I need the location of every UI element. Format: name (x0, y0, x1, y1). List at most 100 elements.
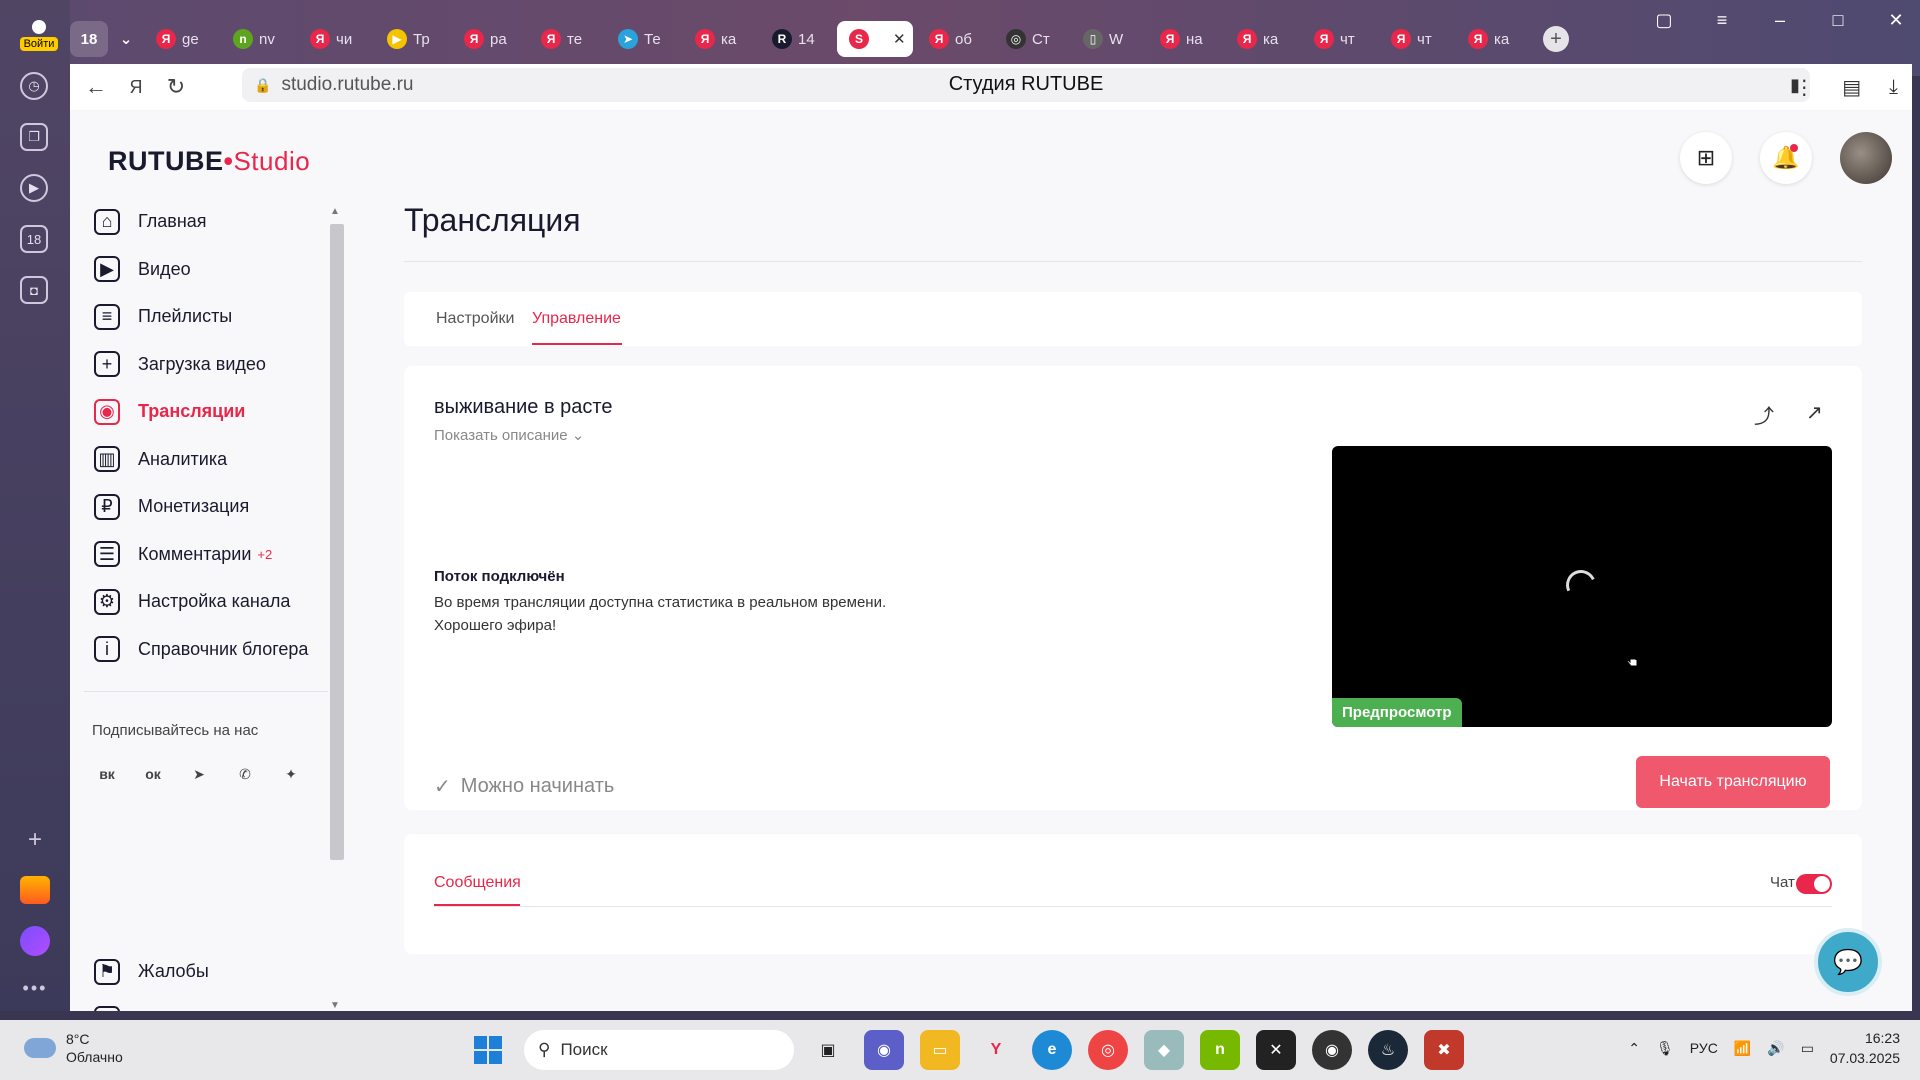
sidebar-divider (84, 691, 328, 692)
create-button[interactable]: ⊞ (1680, 132, 1732, 184)
browser-tab[interactable]: Яge (144, 21, 217, 57)
reload-button[interactable]: ↻ (156, 67, 196, 107)
obs-icon[interactable]: ◉ (1312, 1030, 1352, 1070)
yandex-browser-icon[interactable]: Y (976, 1030, 1016, 1070)
yandex-mail-icon[interactable] (20, 876, 50, 904)
show-description-toggle[interactable]: Показать описание ⌄ (434, 426, 584, 444)
back-button[interactable]: ← (76, 67, 116, 107)
rutube-studio-logo[interactable]: RUTUBE•Studio (108, 146, 310, 177)
sidebar-item[interactable]: ☰ Комментарии +2 (70, 531, 342, 579)
browser-tab[interactable]: Яоб (917, 21, 990, 57)
url-field[interactable]: 🔒 studio.rutube.ru Студия RUTUBE ▮ (242, 68, 1810, 102)
screenshot-icon[interactable]: ◘ (20, 276, 48, 304)
sidebar-item[interactable]: + Загрузка видео (70, 341, 342, 389)
browser-tab[interactable]: Ячи (298, 21, 371, 57)
browser-tab[interactable]: Ячт (1379, 21, 1452, 57)
volume-icon[interactable]: 🔊 (1767, 1040, 1784, 1057)
sidebar-item[interactable]: i Справочник блогера (70, 626, 342, 674)
avatar[interactable] (1840, 132, 1892, 184)
browser-tab[interactable]: ➤ Те (606, 21, 679, 57)
stream-preview[interactable]: Предпросмотр (1332, 446, 1832, 727)
collections-rail-icon[interactable]: ❐ (20, 123, 48, 151)
chat-toggle[interactable] (1796, 874, 1832, 894)
language-indicator[interactable]: РУС (1690, 1040, 1718, 1056)
browser-tab[interactable]: Яка (1456, 21, 1529, 57)
play-icon[interactable]: ▶ (20, 174, 48, 202)
dzen-icon[interactable]: ✦ (276, 759, 306, 789)
close-window-button[interactable]: ✕ (1882, 10, 1910, 31)
download-icon[interactable]: ⤓ (1889, 76, 1898, 99)
rust-game-icon[interactable]: ✖ (1424, 1030, 1464, 1070)
weather-widget[interactable]: 8°C Облачно (24, 1030, 123, 1066)
yandex-home-icon[interactable]: Я (116, 67, 156, 107)
browser-tab[interactable]: ▶ Тр (375, 21, 448, 57)
browser-tab[interactable]: R 14 (760, 21, 833, 57)
app-icon[interactable]: ◆ (1144, 1030, 1184, 1070)
telegram-icon[interactable]: ➤ (184, 759, 214, 789)
vk-icon[interactable]: вк (92, 759, 122, 789)
collections-icon[interactable]: ▢ (1650, 10, 1678, 31)
history-icon[interactable]: ◷ (20, 72, 48, 100)
browser-tab[interactable]: Яка (683, 21, 756, 57)
chrome-icon[interactable]: ◎ (1088, 1030, 1128, 1070)
sidebar-item[interactable]: ≡ Плейлисты (70, 293, 342, 341)
browser-tab[interactable]: n nv (221, 21, 294, 57)
close-tab-icon[interactable]: ✕ (893, 30, 906, 48)
xbox-icon[interactable]: ✕ (1256, 1030, 1296, 1070)
sidebar-item[interactable]: ⚑ Жалобы (70, 948, 342, 996)
sidebar-item[interactable]: ₽ Монетизация (70, 483, 342, 531)
nvidia-icon[interactable]: n (1200, 1030, 1240, 1070)
external-link-icon[interactable]: ↗ (1806, 400, 1823, 425)
share-icon[interactable]: ⤴ (1754, 400, 1774, 429)
sidebar-item[interactable]: ⌂ Главная (70, 198, 342, 246)
chevron-up-icon[interactable]: ⌃ (1628, 1040, 1640, 1057)
browser-tab-active[interactable]: S ✕ (837, 21, 913, 57)
sidebar-item[interactable]: ▥ Аналитика (70, 436, 342, 484)
tab-counter-button[interactable]: 18 (70, 21, 108, 57)
reader-icon[interactable]: ▤ (1842, 75, 1861, 100)
browser-tab[interactable]: ◎ Ст (994, 21, 1067, 57)
taskbar-search[interactable]: ⚲ Поиск (524, 1030, 794, 1070)
new-tab-button[interactable]: + (1543, 26, 1569, 52)
browser-tab[interactable]: Яка (1225, 21, 1298, 57)
ok-icon[interactable]: ок (138, 759, 168, 789)
windows-start-icon[interactable] (474, 1036, 502, 1064)
menu-icon[interactable]: ≡ (1708, 10, 1736, 31)
tab-favicon-icon: Я (695, 29, 715, 49)
browser-tab[interactable]: ▯ W (1071, 21, 1144, 57)
browser-tab[interactable]: Яра (452, 21, 525, 57)
sidebar-item[interactable]: ▶ Видео (70, 246, 342, 294)
minimize-button[interactable]: – (1766, 10, 1794, 31)
browser-tab[interactable]: Яте (529, 21, 602, 57)
sidebar-item[interactable]: ◉ Трансляции (70, 388, 342, 436)
steam-icon[interactable]: ♨ (1368, 1030, 1408, 1070)
teams-icon[interactable]: ◉ (864, 1030, 904, 1070)
login-button[interactable]: Войти (14, 20, 64, 56)
browser-tab[interactable]: Яна (1148, 21, 1221, 57)
microphone-icon[interactable]: 🎙 (1656, 1040, 1674, 1057)
viber-icon[interactable]: ✆ (230, 759, 260, 789)
counter-rail-icon[interactable]: 18 (20, 225, 48, 253)
sidebar-item[interactable]: ⚙ Настройка канала (70, 578, 342, 626)
alice-icon[interactable] (20, 926, 50, 956)
battery-icon[interactable]: ▭ (1801, 1040, 1814, 1057)
tab-management[interactable]: Управление (532, 310, 621, 328)
tabs-dropdown-button[interactable]: ⌄ (112, 21, 140, 57)
start-stream-button[interactable]: Начать трансляцию (1636, 756, 1830, 808)
tab-settings[interactable]: Настройки (436, 310, 514, 328)
maximize-button[interactable]: □ (1824, 10, 1852, 31)
support-chat-button[interactable]: 💬 (1814, 928, 1882, 996)
tab-messages[interactable]: Сообщения (434, 874, 521, 892)
notifications-button[interactable]: 🔔 (1760, 132, 1812, 184)
sidebar-scrollbar[interactable]: ▲ ▼ (326, 206, 344, 1011)
kebab-menu-icon[interactable]: ⋮ (1794, 75, 1814, 100)
add-panel-icon[interactable]: + (28, 826, 42, 854)
more-icon[interactable]: ••• (23, 978, 48, 999)
file-explorer-icon[interactable]: ▭ (920, 1030, 960, 1070)
edge-icon[interactable]: e (1032, 1030, 1072, 1070)
task-view-icon[interactable]: ▣ (808, 1030, 848, 1070)
sidebar-item[interactable]: ? Справка (70, 996, 342, 1011)
browser-tab[interactable]: Ячт (1302, 21, 1375, 57)
wifi-icon[interactable]: 📶 (1734, 1040, 1751, 1057)
clock[interactable]: 16:23 07.03.2025 (1830, 1028, 1900, 1068)
